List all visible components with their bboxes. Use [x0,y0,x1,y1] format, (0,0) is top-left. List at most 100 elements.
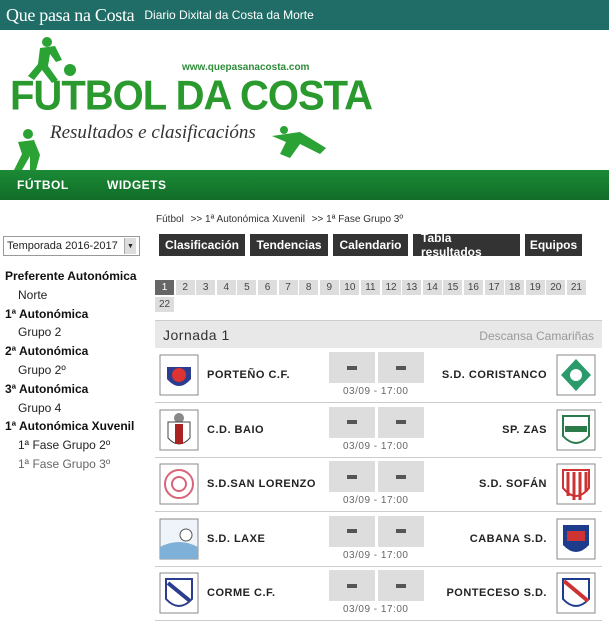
section-tabs: Clasificación Tendencias Calendario Tabl… [159,231,582,259]
round-16[interactable]: 16 [463,280,483,295]
round-6[interactable]: 6 [257,280,277,295]
round-3[interactable]: 3 [196,280,216,295]
round-11[interactable]: 11 [360,280,380,295]
round-7[interactable]: 7 [278,280,298,295]
away-team-crest [555,462,597,506]
match-row[interactable]: PORTEÑO C.F. 03/09 - 17:00 S.D. CORISTANCO [155,349,602,403]
jornada-label: Jornada 1 [163,327,230,343]
home-team-crest [158,353,200,397]
round-10[interactable]: 10 [340,280,360,295]
round-17[interactable]: 17 [484,280,504,295]
home-team-name[interactable]: CORME C.F. [207,587,276,599]
tab-equipos[interactable]: Equipos [525,234,582,256]
away-team-crest [555,408,597,452]
chevron-down-icon: ▼ [124,238,136,254]
away-score [378,406,424,438]
breadcrumb-item[interactable]: >> 1ª Autonómica Xuvenil [191,214,305,225]
tab-clasificacion[interactable]: Clasificación [159,234,245,256]
home-team-crest [158,462,200,506]
round-14[interactable]: 14 [422,280,442,295]
breadcrumb-item[interactable]: >> 1ª Fase Grupo 3º [312,214,403,225]
away-team-name[interactable]: S.D. SOFÁN [479,478,547,490]
nav-futbol[interactable]: FÚTBOL [17,178,69,192]
home-team-crest [158,571,200,615]
round-15[interactable]: 15 [443,280,463,295]
home-team-name[interactable]: S.D.SAN LORENZO [207,478,316,490]
match-row[interactable]: C.D. BAIO 03/09 - 17:00 SP. ZAS [155,403,602,458]
banner-title: FUTBOL DA COSTA [10,72,373,120]
jornada-header: Jornada 1 Descansa Camariñas [155,320,602,348]
round-2[interactable]: 2 [175,280,195,295]
match-time: 03/09 - 17:00 [343,604,409,616]
home-score [329,406,375,438]
away-team-crest [555,571,597,615]
match-time: 03/09 - 17:00 [343,386,409,397]
menu-group[interactable]: 1ª Autonómica [5,305,150,324]
round-12[interactable]: 12 [381,280,401,295]
menu-group[interactable]: 2ª Autonómica [5,342,150,361]
away-score [378,352,424,383]
match-row[interactable]: S.D.SAN LORENZO 03/09 - 17:00 S.D. SOFÁN [155,458,602,513]
rest-team: Descansa Camariñas [479,329,594,343]
home-team-crest [158,408,200,452]
round-9[interactable]: 9 [319,280,339,295]
round-22[interactable]: 22 [155,297,174,312]
main-nav: FÚTBOL WIDGETS [0,170,609,200]
match-row[interactable]: CORME C.F. 03/09 - 17:00 PONTECESO S.D. [155,567,602,622]
season-select[interactable]: Temporada 2016-2017 ▼ [3,236,140,256]
menu-group[interactable]: Preferente Autonómica [5,267,150,286]
round-19[interactable]: 19 [525,280,545,295]
away-team-name[interactable]: SP. ZAS [502,424,547,436]
round-13[interactable]: 13 [402,280,422,295]
round-18[interactable]: 18 [505,280,525,295]
banner: www.quepasanacosta.com FUTBOL DA COSTA R… [0,30,609,170]
away-score [378,515,424,547]
match-time: 03/09 - 17:00 [343,440,409,452]
round-4[interactable]: 4 [216,280,236,295]
nav-widgets[interactable]: WIDGETS [107,178,167,192]
round-8[interactable]: 8 [299,280,319,295]
away-team-name[interactable]: PONTECESO S.D. [446,587,547,599]
round-1[interactable]: 1 [155,280,174,295]
site-logo[interactable]: Que pasa na Costa [6,4,135,26]
menu-item[interactable]: Norte [5,286,150,305]
away-team-crest [555,353,597,397]
home-score [329,570,375,602]
site-tagline: Diario Dixital da Costa da Morte [144,8,314,22]
banner-subtitle: Resultados e clasificacións [50,122,256,143]
round-5[interactable]: 5 [237,280,257,295]
season-value: Temporada 2016-2017 [7,240,118,252]
match-time: 03/09 - 17:00 [343,495,409,507]
away-team-crest [555,517,597,561]
away-team-name[interactable]: S.D. CORISTANCO [442,369,547,381]
match-row[interactable]: S.D. LAXE 03/09 - 17:00 CABANA S.D. [155,512,602,567]
menu-item[interactable]: 1ª Fase Grupo 2º [5,436,150,455]
match-time: 03/09 - 17:00 [343,549,409,561]
menu-group[interactable]: 1ª Autonómica Xuvenil [5,417,150,436]
tab-tendencias[interactable]: Tendencias [250,234,328,256]
home-score [329,461,375,493]
away-score [378,570,424,602]
menu-item[interactable]: Grupo 2º [5,361,150,380]
breadcrumb-item[interactable]: Fútbol [156,214,184,225]
breadcrumb: Fútbol >> 1ª Autonómica Xuvenil >> 1ª Fa… [156,214,407,225]
round-21[interactable]: 21 [566,280,586,295]
menu-item[interactable]: Grupo 2 [5,323,150,342]
tab-calendario[interactable]: Calendario [333,234,408,256]
away-score [378,461,424,493]
banner-url: www.quepasanacosta.com [182,62,310,73]
home-score [329,352,375,383]
home-score [329,515,375,547]
away-team-name[interactable]: CABANA S.D. [470,533,547,545]
site-logo-text: Que pasa na Costa [6,4,135,25]
home-team-name[interactable]: PORTEÑO C.F. [207,369,290,381]
tab-tabla-resultados[interactable]: Tabla resultados [413,231,520,259]
round-20[interactable]: 20 [546,280,566,295]
menu-group[interactable]: 3ª Autonómica [5,380,150,399]
round-selector: 1 2 3 4 5 6 7 8 9 10 11 12 13 14 15 16 17 18 19 20 21 22 [155,280,595,314]
menu-item-active[interactable]: 1ª Fase Grupo 3º [5,455,150,474]
sidebar-menu: Preferente Autonómica Norte 1ª Autonómic… [5,267,150,474]
home-team-name[interactable]: C.D. BAIO [207,424,264,436]
home-team-name[interactable]: S.D. LAXE [207,533,265,545]
menu-item[interactable]: Grupo 4 [5,399,150,418]
